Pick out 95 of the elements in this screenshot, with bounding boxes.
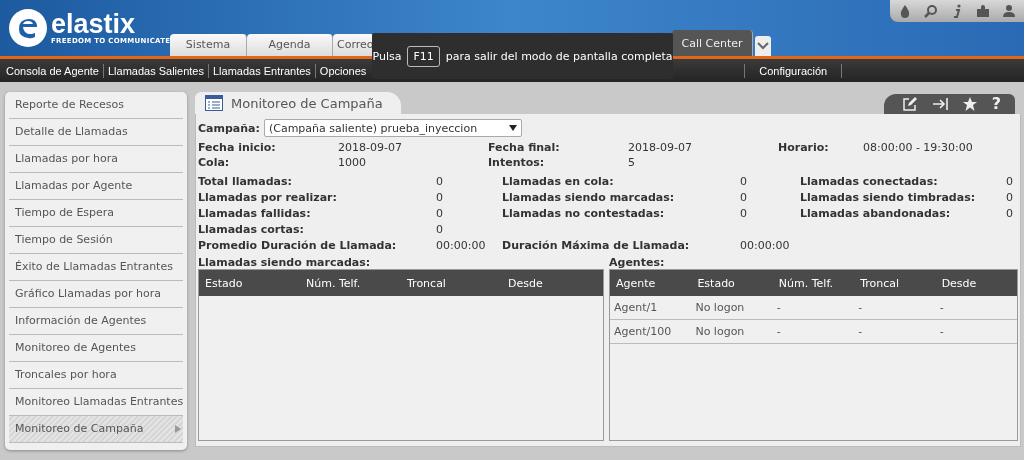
collapse-icon[interactable] (931, 96, 948, 112)
field-value: 00:00:00 (740, 238, 791, 252)
field-label: Llamadas cortas: (198, 222, 305, 236)
sidebar-item[interactable]: Tiempo de Sesión (9, 227, 183, 254)
logo-name: elastix (51, 11, 136, 37)
table-cell-text: No logon (694, 301, 746, 314)
table-cell-text: - (938, 301, 945, 314)
field-label: Llamadas por realizar: (198, 190, 338, 204)
sidebar-item[interactable]: Tiempo de Espera (9, 200, 183, 227)
field-value: 0 (436, 222, 444, 236)
field-value: 0 (436, 190, 444, 204)
menu-link[interactable]: Consola de Agente (2, 63, 104, 78)
field-value: 5 (628, 156, 636, 169)
sidebar-item[interactable]: Troncales por hora (9, 362, 183, 389)
table-cell-text: - (938, 325, 945, 338)
sidebar-item[interactable]: Monitoreo de Agentes (9, 335, 183, 362)
table-cell-text: No logon (694, 325, 746, 338)
panel-title: Monitoreo de Campaña (231, 95, 383, 111)
user-icon[interactable] (1002, 4, 1016, 18)
field-label: Intentos: (488, 156, 546, 169)
column-header: Desde (940, 276, 978, 290)
column-header: Núm. Telf. (305, 276, 362, 290)
edit-icon[interactable] (901, 96, 918, 112)
caret-icon (508, 125, 517, 131)
drop-icon[interactable] (898, 4, 912, 18)
table-cell-text: Agent/1 (613, 301, 659, 314)
field-label: Cola: (198, 156, 231, 169)
field-value: 0 (1006, 206, 1014, 220)
field-value: 2018-09-07 (338, 141, 403, 154)
menu-link[interactable]: Llamadas Salientes (103, 63, 209, 78)
table-cell-text: - (775, 301, 782, 314)
key-label: F11 (407, 45, 440, 67)
field-label: Llamadas abandonadas: (800, 206, 952, 220)
field-label: Llamadas fallidas: (198, 206, 312, 220)
field-value: 0 (740, 206, 748, 220)
field-label: Campaña: (198, 121, 260, 135)
sidebar-item[interactable]: Gráfico Llamadas por hora (9, 281, 183, 308)
nav-tab[interactable]: Sistema (170, 34, 247, 56)
column-header: Troncal (859, 276, 901, 290)
list-icon (205, 95, 223, 111)
search-icon[interactable] (924, 4, 938, 18)
nav-tab[interactable]: Call Center (672, 30, 753, 56)
column-header: Desde (507, 276, 544, 290)
table-cell-text: Agent/100 (613, 325, 673, 338)
field-label: Llamadas conectadas: (800, 174, 939, 188)
table-cell-text: - (857, 301, 864, 314)
field-label: Fecha inicio: (198, 141, 277, 154)
column-header: Estado (204, 276, 244, 290)
field-label: Llamadas en cola: (502, 174, 615, 188)
field-value: 1000 (338, 156, 367, 169)
column-header: Troncal (406, 276, 447, 290)
sidebar-item[interactable]: Monitoreo de Campaña (9, 416, 183, 443)
chevron-icon[interactable] (755, 36, 771, 56)
column-header: Agente (615, 276, 657, 290)
field-label: Llamadas siendo timbradas: (800, 190, 977, 204)
field-value: 0 (1006, 174, 1014, 188)
sidebar-item[interactable]: Información de Agentes (9, 308, 183, 335)
help-icon[interactable]: ? (991, 96, 1001, 112)
menu-link[interactable]: Opciones (315, 63, 367, 78)
field-value: 0 (740, 174, 748, 188)
field-value: 00:00:00 (436, 238, 487, 252)
field-value: 0 (740, 190, 748, 204)
puzzle-icon[interactable] (976, 4, 990, 18)
sidebar-item[interactable]: Reporte de Recesos (9, 92, 183, 119)
arrow-icon (175, 425, 181, 433)
field-value: 0 (436, 174, 444, 188)
sidebar-item[interactable]: Éxito de Llamadas Entrantes (9, 254, 183, 281)
sidebar-item[interactable]: Llamadas por hora (9, 146, 183, 173)
column-header: Núm. Telf. (777, 276, 834, 290)
field-label: Duración Máxima de Llamada: (502, 238, 691, 252)
nav-tab[interactable]: Agenda (247, 34, 333, 56)
field-label: Total llamadas: (198, 174, 293, 188)
field-label: Horario: (778, 141, 830, 154)
logo-icon (8, 8, 48, 48)
star-icon[interactable] (961, 96, 978, 112)
field-value: 08:00:00 - 19:30:00 (863, 141, 974, 154)
table-cell-text: - (857, 325, 864, 338)
field-value: 0 (1006, 190, 1014, 204)
column-header: Estado (696, 276, 736, 290)
menu-link[interactable]: Configuración (744, 63, 843, 78)
field-label: Promedio Duración de Llamada: (198, 238, 398, 252)
notice-text: para salir del modo de pantalla completa (445, 49, 673, 63)
sidebar-item[interactable]: Detalle de Llamadas (9, 119, 183, 146)
notice-text: Pulsa (372, 49, 402, 63)
field-label: Fecha final: (488, 141, 561, 154)
menu-link[interactable]: Llamadas Entrantes (209, 63, 316, 78)
sidebar-item[interactable]: Llamadas por Agente (9, 173, 183, 200)
campaign-select[interactable]: (Campaña saliente) prueba_inyeccion (263, 119, 522, 137)
field-label: Llamadas no contestadas: (502, 206, 666, 220)
table-title: Llamadas siendo marcadas: (198, 256, 372, 269)
field-value: 2018-09-07 (628, 141, 693, 154)
table-cell-text: - (775, 325, 782, 338)
field-value: 0 (436, 206, 444, 220)
table-title: Agentes: (609, 256, 666, 269)
field-label: Llamadas siendo marcadas: (502, 190, 676, 204)
